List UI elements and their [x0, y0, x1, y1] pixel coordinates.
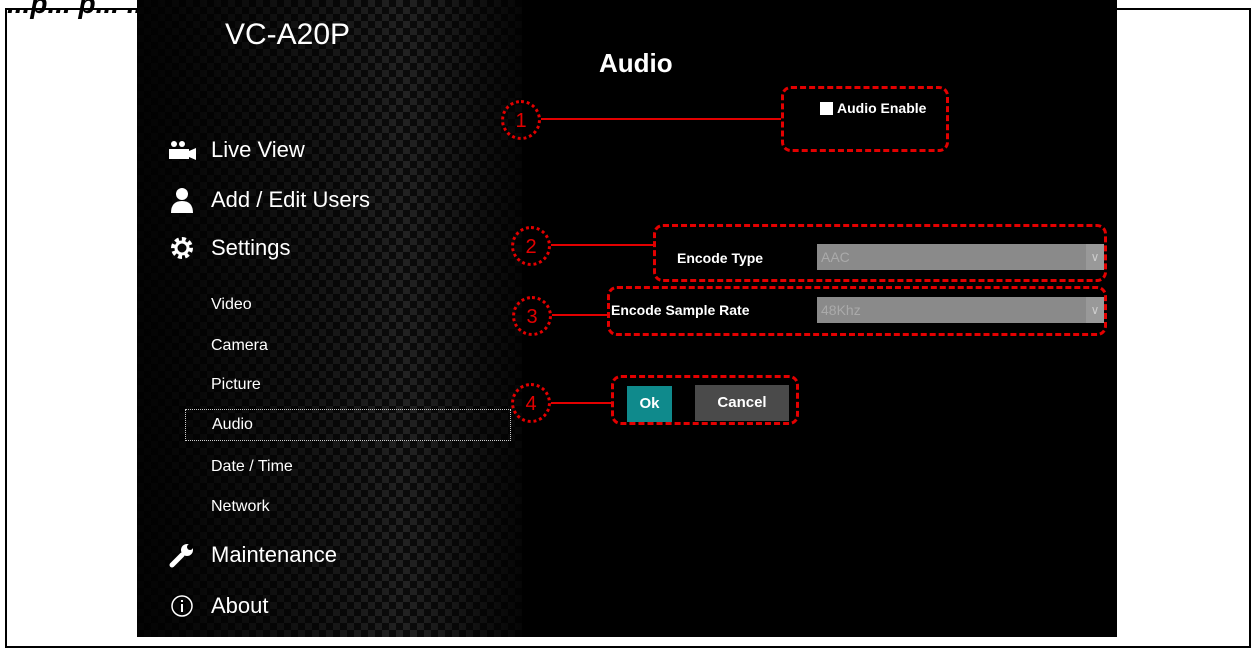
nav-settings[interactable]: Settings	[165, 234, 291, 262]
callout-box-3	[607, 286, 1107, 336]
nav-add-edit-users[interactable]: Add / Edit Users	[165, 186, 370, 214]
user-icon	[165, 186, 199, 214]
callout-number-1: 1	[501, 100, 541, 140]
gear-icon	[165, 234, 199, 262]
device-name: VC-A20P	[225, 18, 351, 51]
callout-number-4: 4	[511, 383, 551, 423]
nav-live-view[interactable]: Live View	[165, 136, 305, 164]
nav-network[interactable]: Network	[211, 498, 270, 516]
callout-box-2	[653, 224, 1107, 282]
nav-label: Settings	[211, 235, 291, 260]
nav-camera[interactable]: Camera	[211, 337, 268, 355]
callout-box-1	[781, 86, 949, 152]
callout-number-3: 3	[512, 296, 552, 336]
nav-date-time[interactable]: Date / Time	[211, 458, 293, 476]
info-icon	[165, 592, 199, 620]
nav-about[interactable]: About	[165, 592, 269, 620]
page-title: Audio	[599, 48, 673, 78]
nav-label: Add / Edit Users	[211, 187, 370, 212]
nav-maintenance[interactable]: Maintenance	[165, 541, 337, 569]
callout-number-2: 2	[511, 226, 551, 266]
wrench-icon	[165, 541, 199, 569]
callout-line-4	[551, 402, 611, 404]
callout-box-4	[611, 375, 799, 425]
callout-line-1	[541, 118, 781, 120]
nav-picture[interactable]: Picture	[211, 376, 261, 394]
callout-line-2	[551, 244, 653, 246]
callout-line-3	[552, 314, 608, 316]
nav-video[interactable]: Video	[211, 296, 252, 314]
nav-label: Live View	[211, 137, 305, 162]
camera-web-ui: VC-A20P Live View Add / Edit Users Setti…	[137, 0, 1117, 637]
nav-label: Maintenance	[211, 542, 337, 567]
video-camera-icon	[165, 136, 199, 164]
nav-audio[interactable]: Audio	[185, 409, 511, 441]
nav-label: About	[211, 593, 269, 618]
